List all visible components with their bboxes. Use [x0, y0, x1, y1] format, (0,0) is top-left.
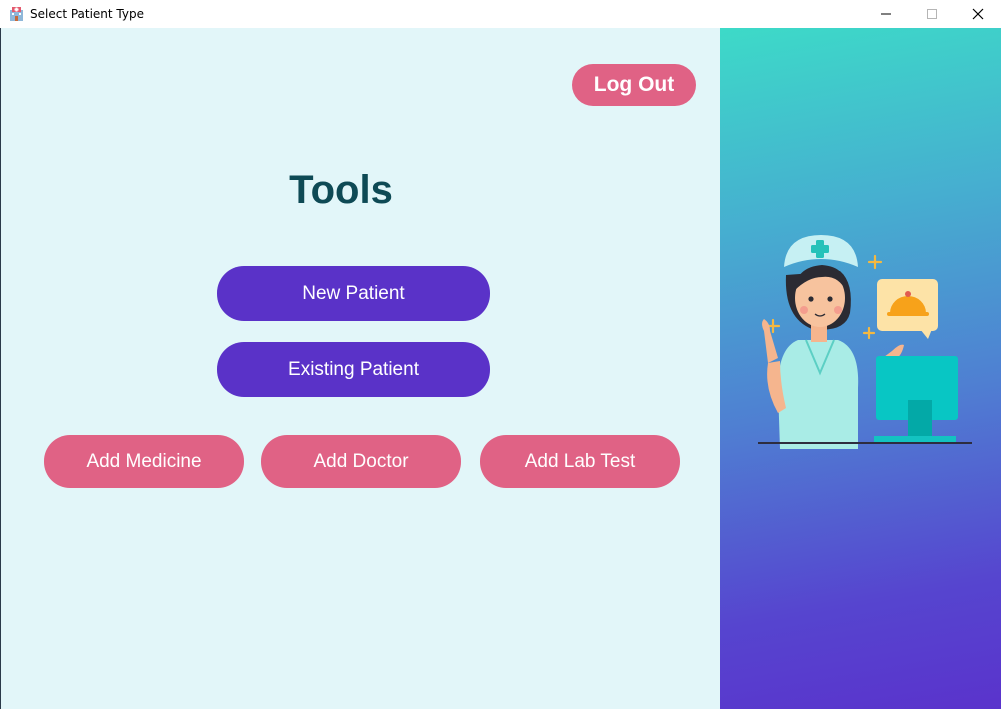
- add-lab-test-button[interactable]: Add Lab Test: [480, 435, 680, 488]
- maximize-icon: [927, 9, 937, 19]
- page-title: Tools: [289, 168, 393, 212]
- add-medicine-button[interactable]: Add Medicine: [44, 435, 244, 488]
- nurse-illustration: [758, 235, 972, 449]
- logout-button[interactable]: Log Out: [572, 64, 696, 106]
- close-button[interactable]: [955, 0, 1001, 28]
- minimize-button[interactable]: [863, 0, 909, 28]
- app-window: Select Patient Type Log Out Tools New Pa…: [0, 0, 1001, 709]
- maximize-button[interactable]: [909, 0, 955, 28]
- new-patient-button[interactable]: New Patient: [217, 266, 490, 321]
- hospital-icon: [8, 5, 25, 22]
- monitor-icon: [874, 356, 958, 442]
- title-bar: Select Patient Type: [0, 0, 1001, 28]
- window-title: Select Patient Type: [30, 7, 144, 21]
- illustration-panel: [720, 28, 1001, 709]
- minimize-icon: [881, 13, 891, 15]
- tools-panel: Log Out Tools New Patient Existing Patie…: [0, 28, 720, 709]
- add-doctor-button[interactable]: Add Doctor: [261, 435, 461, 488]
- food-bubble-icon: [877, 279, 938, 339]
- existing-patient-button[interactable]: Existing Patient: [217, 342, 490, 397]
- close-icon: [972, 8, 984, 20]
